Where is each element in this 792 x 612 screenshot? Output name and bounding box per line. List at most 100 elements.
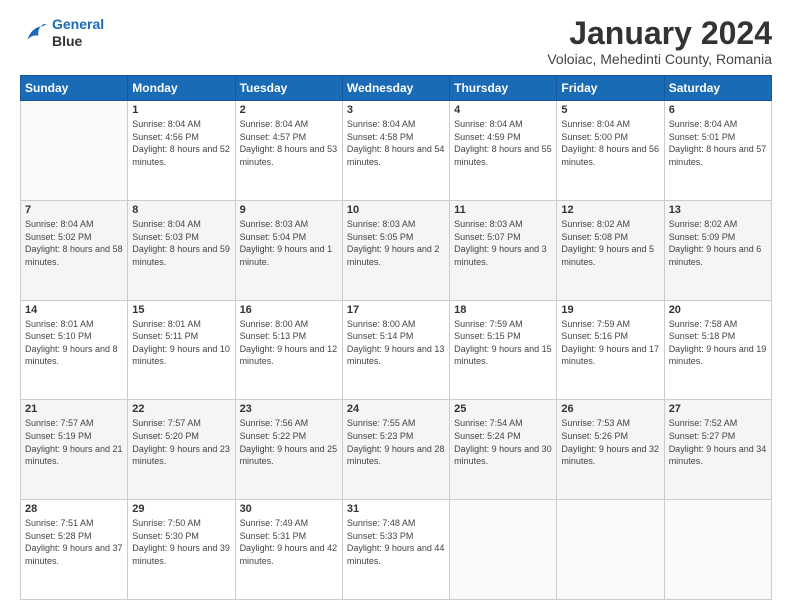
table-row: 12 Sunrise: 8:02 AMSunset: 5:08 PMDayligh… [557, 200, 664, 300]
day-number: 16 [240, 304, 338, 316]
header-saturday: Saturday [664, 76, 771, 101]
day-info: Sunrise: 7:59 AMSunset: 5:15 PMDaylight:… [454, 318, 552, 368]
day-info: Sunrise: 8:00 AMSunset: 5:14 PMDaylight:… [347, 318, 445, 368]
day-info: Sunrise: 7:54 AMSunset: 5:24 PMDaylight:… [454, 417, 552, 467]
calendar-table: Sunday Monday Tuesday Wednesday Thursday… [20, 75, 772, 600]
table-row: 29 Sunrise: 7:50 AMSunset: 5:30 PMDayligh… [128, 500, 235, 600]
table-row: 14 Sunrise: 8:01 AMSunset: 5:10 PMDayligh… [21, 300, 128, 400]
calendar-week-row: 14 Sunrise: 8:01 AMSunset: 5:10 PMDayligh… [21, 300, 772, 400]
location: Voloiac, Mehedinti County, Romania [547, 51, 772, 67]
day-info: Sunrise: 8:04 AMSunset: 5:00 PMDaylight:… [561, 118, 659, 168]
table-row: 1 Sunrise: 8:04 AMSunset: 4:56 PMDaylight… [128, 101, 235, 201]
header-sunday: Sunday [21, 76, 128, 101]
day-number: 1 [132, 104, 230, 116]
table-row [21, 101, 128, 201]
title-block: January 2024 Voloiac, Mehedinti County, … [547, 16, 772, 67]
table-row: 19 Sunrise: 7:59 AMSunset: 5:16 PMDayligh… [557, 300, 664, 400]
page: General Blue January 2024 Voloiac, Mehed… [0, 0, 792, 612]
day-number: 20 [669, 304, 767, 316]
day-number: 7 [25, 204, 123, 216]
day-number: 14 [25, 304, 123, 316]
month-title: January 2024 [547, 16, 772, 51]
table-row: 20 Sunrise: 7:58 AMSunset: 5:18 PMDayligh… [664, 300, 771, 400]
table-row [557, 500, 664, 600]
day-info: Sunrise: 8:04 AMSunset: 4:56 PMDaylight:… [132, 118, 230, 168]
day-info: Sunrise: 8:00 AMSunset: 5:13 PMDaylight:… [240, 318, 338, 368]
day-info: Sunrise: 8:04 AMSunset: 5:03 PMDaylight:… [132, 218, 230, 268]
day-number: 10 [347, 204, 445, 216]
table-row: 13Sunrise: 8:02 AMSunset: 5:09 PMDayligh… [664, 200, 771, 300]
table-row: 3 Sunrise: 8:04 AMSunset: 4:58 PMDaylight… [342, 101, 449, 201]
table-row: 28Sunrise: 7:51 AMSunset: 5:28 PMDayligh… [21, 500, 128, 600]
day-number: 28 [25, 503, 123, 515]
logo-icon [20, 19, 48, 47]
day-number: 19 [561, 304, 659, 316]
table-row: 5Sunrise: 8:04 AMSunset: 5:00 PMDaylight… [557, 101, 664, 201]
day-info: Sunrise: 7:55 AMSunset: 5:23 PMDaylight:… [347, 417, 445, 467]
table-row: 11Sunrise: 8:03 AMSunset: 5:07 PMDayligh… [450, 200, 557, 300]
day-number: 17 [347, 304, 445, 316]
table-row: 10 Sunrise: 8:03 AMSunset: 5:05 PMDayligh… [342, 200, 449, 300]
header-wednesday: Wednesday [342, 76, 449, 101]
table-row: 27 Sunrise: 7:52 AMSunset: 5:27 PMDayligh… [664, 400, 771, 500]
day-number: 25 [454, 403, 552, 415]
day-number: 6 [669, 104, 767, 116]
day-info: Sunrise: 7:50 AMSunset: 5:30 PMDaylight:… [132, 517, 230, 567]
table-row: 23 Sunrise: 7:56 AMSunset: 5:22 PMDayligh… [235, 400, 342, 500]
day-info: Sunrise: 7:53 AMSunset: 5:26 PMDaylight:… [561, 417, 659, 467]
day-info: Sunrise: 7:57 AMSunset: 5:20 PMDaylight:… [132, 417, 230, 467]
day-number: 29 [132, 503, 230, 515]
day-number: 2 [240, 104, 338, 116]
day-number: 24 [347, 403, 445, 415]
calendar-week-row: 7 Sunrise: 8:04 AMSunset: 5:02 PMDaylight… [21, 200, 772, 300]
table-row: 26 Sunrise: 7:53 AMSunset: 5:26 PMDayligh… [557, 400, 664, 500]
table-row [664, 500, 771, 600]
day-number: 8 [132, 204, 230, 216]
day-info: Sunrise: 8:02 AMSunset: 5:09 PMDaylight:… [669, 218, 767, 268]
day-number: 4 [454, 104, 552, 116]
table-row: 17 Sunrise: 8:00 AMSunset: 5:14 PMDayligh… [342, 300, 449, 400]
day-number: 21 [25, 403, 123, 415]
table-row: 21Sunrise: 7:57 AMSunset: 5:19 PMDayligh… [21, 400, 128, 500]
day-info: Sunrise: 8:02 AMSunset: 5:08 PMDaylight:… [561, 218, 659, 268]
day-info: Sunrise: 8:04 AMSunset: 4:59 PMDaylight:… [454, 118, 552, 168]
day-number: 15 [132, 304, 230, 316]
day-number: 9 [240, 204, 338, 216]
day-number: 12 [561, 204, 659, 216]
day-info: Sunrise: 7:52 AMSunset: 5:27 PMDaylight:… [669, 417, 767, 467]
table-row: 4 Sunrise: 8:04 AMSunset: 4:59 PMDaylight… [450, 101, 557, 201]
day-info: Sunrise: 8:03 AMSunset: 5:07 PMDaylight:… [454, 218, 552, 268]
table-row: 15Sunrise: 8:01 AMSunset: 5:11 PMDayligh… [128, 300, 235, 400]
table-row: 9 Sunrise: 8:03 AMSunset: 5:04 PMDaylight… [235, 200, 342, 300]
day-info: Sunrise: 8:03 AMSunset: 5:04 PMDaylight:… [240, 218, 338, 268]
header-tuesday: Tuesday [235, 76, 342, 101]
day-number: 27 [669, 403, 767, 415]
day-info: Sunrise: 8:03 AMSunset: 5:05 PMDaylight:… [347, 218, 445, 268]
day-info: Sunrise: 8:04 AMSunset: 5:01 PMDaylight:… [669, 118, 767, 168]
day-number: 26 [561, 403, 659, 415]
table-row: 7 Sunrise: 8:04 AMSunset: 5:02 PMDaylight… [21, 200, 128, 300]
calendar-header-row: Sunday Monday Tuesday Wednesday Thursday… [21, 76, 772, 101]
day-info: Sunrise: 7:58 AMSunset: 5:18 PMDaylight:… [669, 318, 767, 368]
day-info: Sunrise: 8:04 AMSunset: 4:57 PMDaylight:… [240, 118, 338, 168]
header-friday: Friday [557, 76, 664, 101]
day-number: 3 [347, 104, 445, 116]
day-info: Sunrise: 7:56 AMSunset: 5:22 PMDaylight:… [240, 417, 338, 467]
table-row: 16 Sunrise: 8:00 AMSunset: 5:13 PMDayligh… [235, 300, 342, 400]
day-number: 23 [240, 403, 338, 415]
day-number: 31 [347, 503, 445, 515]
calendar-week-row: 28Sunrise: 7:51 AMSunset: 5:28 PMDayligh… [21, 500, 772, 600]
header-monday: Monday [128, 76, 235, 101]
table-row: 2 Sunrise: 8:04 AMSunset: 4:57 PMDaylight… [235, 101, 342, 201]
day-info: Sunrise: 8:01 AMSunset: 5:10 PMDaylight:… [25, 318, 123, 368]
day-info: Sunrise: 8:04 AMSunset: 4:58 PMDaylight:… [347, 118, 445, 168]
table-row: 22Sunrise: 7:57 AMSunset: 5:20 PMDayligh… [128, 400, 235, 500]
table-row: 6 Sunrise: 8:04 AMSunset: 5:01 PMDaylight… [664, 101, 771, 201]
table-row [450, 500, 557, 600]
day-info: Sunrise: 7:59 AMSunset: 5:16 PMDaylight:… [561, 318, 659, 368]
day-info: Sunrise: 8:04 AMSunset: 5:02 PMDaylight:… [25, 218, 123, 268]
calendar-week-row: 1 Sunrise: 8:04 AMSunset: 4:56 PMDaylight… [21, 101, 772, 201]
table-row: 8 Sunrise: 8:04 AMSunset: 5:03 PMDaylight… [128, 200, 235, 300]
calendar-week-row: 21Sunrise: 7:57 AMSunset: 5:19 PMDayligh… [21, 400, 772, 500]
day-number: 18 [454, 304, 552, 316]
